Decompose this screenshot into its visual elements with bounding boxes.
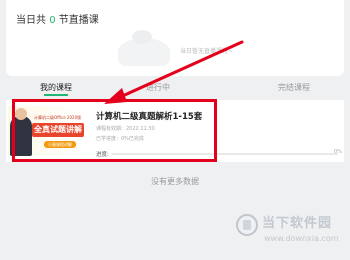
tab-ongoing[interactable]: 进行中 <box>146 82 170 93</box>
progress-bar <box>112 153 338 155</box>
course-title[interactable]: 计算机二级真题解析1-15套 <box>96 110 202 122</box>
progress-value: 0% <box>334 149 342 155</box>
live-count-text: 当日共 0 节直播课 <box>16 11 99 26</box>
thumbnail-tag: 小猿课程讲解 <box>44 141 76 148</box>
progress-label: 进度: <box>96 152 109 158</box>
course-validity: 课程有效期：2022.11.30 <box>96 126 155 132</box>
empty-state-illustration-icon <box>118 30 170 66</box>
watermark-url: www.downxia.com <box>264 234 339 243</box>
instructor-figure <box>10 108 32 156</box>
watermark-name: 当下软件园 <box>262 216 333 231</box>
course-thumbnail[interactable]: 计算机二级Office 2020版 全真试题讲解 小猿课程讲解 <box>8 106 86 156</box>
no-more-data: 没有更多数据 <box>151 177 199 186</box>
empty-tip: 当日暂无直播课程~ <box>180 48 234 55</box>
live-prefix: 当日共 <box>16 15 46 26</box>
downxia-logo-icon <box>236 214 258 236</box>
live-suffix: 节直播课 <box>58 15 99 26</box>
tab-my-courses[interactable]: 我的课程 <box>40 82 72 96</box>
thumbnail-subtitle: 计算机二级Office 2020版 <box>34 115 82 120</box>
live-summary-card: 当日共 0 节直播课 当日暂无直播课程~ <box>6 0 344 76</box>
course-tabs: 我的课程 进行中 完结课程 <box>0 82 350 98</box>
tab-completed[interactable]: 完结课程 <box>278 82 310 93</box>
course-study-progress: 已学进度：0%已完成 <box>96 136 144 142</box>
live-count-number: 0 <box>49 15 56 26</box>
thumbnail-title: 全真试题讲解 <box>32 123 84 137</box>
